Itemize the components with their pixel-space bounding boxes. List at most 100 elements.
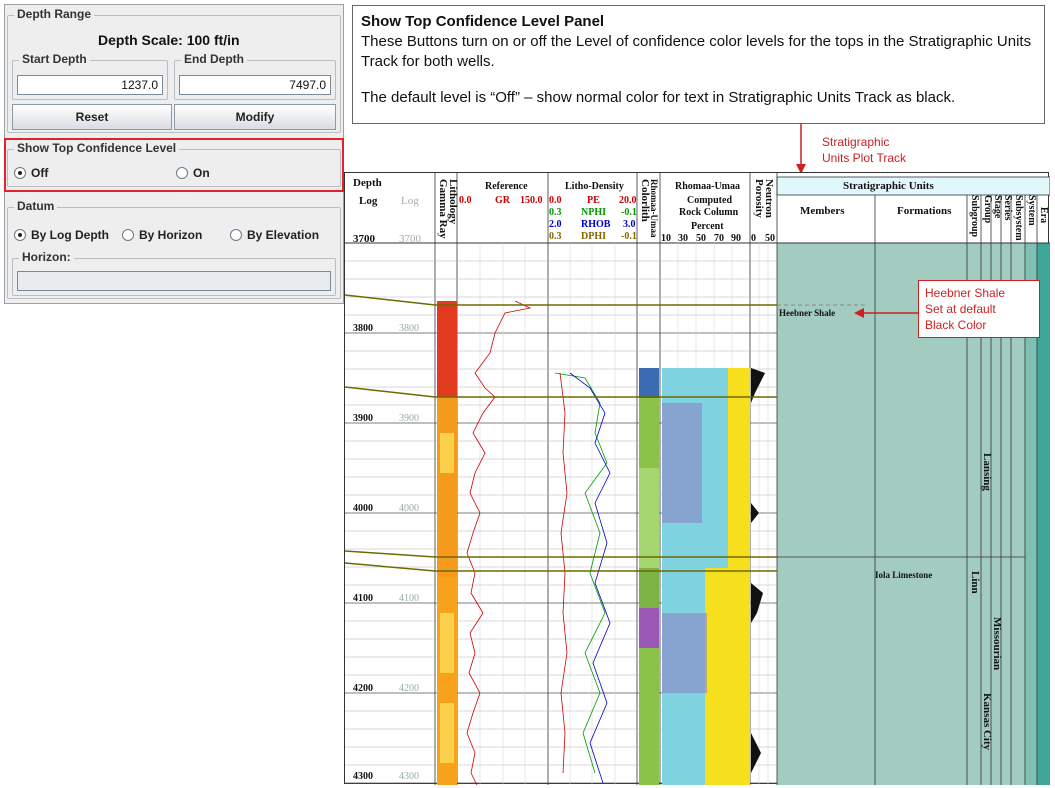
depth-top-2: 3700 xyxy=(399,233,421,245)
callout-line: Set at default xyxy=(925,302,996,316)
kansas-city-label: Kansas City xyxy=(981,693,993,751)
depth-range-group: Depth Range Depth Scale: 100 ft/in Start… xyxy=(7,7,341,133)
callout-line: Stratigraphic xyxy=(822,135,890,149)
depth-header-log2: Log xyxy=(401,195,419,207)
depth-tick: 3900 xyxy=(353,413,373,424)
pct-tick: 70 xyxy=(714,233,724,244)
rhomaa-umaa-vheader: Rhomaa-Umaa xyxy=(649,179,659,238)
note-title: Show Top Confidence Level Panel xyxy=(361,13,605,30)
depth-tick: 4200 xyxy=(353,683,373,694)
depth-top: 3700 xyxy=(353,233,375,245)
confidence-highlight xyxy=(4,138,344,192)
log-plot-graphics xyxy=(345,173,1050,785)
neutron-header: Neutron xyxy=(763,179,775,218)
depth-scale-text: Depth Scale: 100 ft/in xyxy=(98,32,240,48)
depth-tick-2: 4300 xyxy=(399,771,419,782)
curve-name: NPHI xyxy=(581,207,606,218)
depth-tick-2: 3800 xyxy=(399,323,419,334)
depth-tick: 4000 xyxy=(353,503,373,514)
iola-limestone-label: Iola Limestone xyxy=(875,570,933,580)
callout-line: Units Plot Track xyxy=(822,151,907,165)
pct-tick: 90 xyxy=(731,233,741,244)
log-plot: Depth Log Log 3700 3700 Gamma Ray Lithol… xyxy=(344,172,1050,785)
depth-range-title: Depth Range xyxy=(14,7,95,21)
curve-max: -0.1 xyxy=(621,207,637,218)
computed-header: Computed xyxy=(687,195,733,206)
neutron-max: 50 xyxy=(765,233,775,244)
curve-max: -0.1 xyxy=(621,231,637,242)
heebner-shale-label: Heebner Shale xyxy=(779,308,836,318)
gr-min: 0.0 xyxy=(459,195,472,206)
start-depth-label: Start Depth xyxy=(19,52,90,66)
note-line-1: These Buttons turn on or off the Level o… xyxy=(361,33,1032,70)
callout-line: Black Color xyxy=(925,318,987,332)
radio-unselected-icon xyxy=(230,229,242,241)
callout-arrow-icon xyxy=(796,124,806,174)
litho-density-header: Litho-Density xyxy=(565,181,624,192)
pct-tick: 50 xyxy=(696,233,706,244)
series-header: Series xyxy=(1002,195,1013,221)
depth-tick: 4100 xyxy=(353,593,373,604)
datum-horizon-radio[interactable]: By Horizon xyxy=(122,228,202,242)
formations-header: Formations xyxy=(897,205,952,217)
lansing-label: Lansing xyxy=(981,453,993,491)
percent-header: Percent xyxy=(691,221,724,232)
start-depth-input[interactable]: 1237.0 xyxy=(17,75,163,95)
curve-min: 0.3 xyxy=(549,231,562,242)
datum-elevation-radio[interactable]: By Elevation xyxy=(230,228,319,242)
depth-header: Depth xyxy=(353,177,382,189)
linn-label: Linn xyxy=(969,571,981,594)
datum-log-depth-radio[interactable]: By Log Depth xyxy=(14,228,109,242)
rock-column-header: Rock Column xyxy=(679,207,739,218)
radio-selected-icon xyxy=(14,229,26,241)
datum-option-label: By Horizon xyxy=(139,228,203,242)
horizon-input[interactable] xyxy=(17,271,331,291)
heebner-callout: Heebner Shale Set at default Black Color xyxy=(918,280,1040,338)
curve-name: RHOB xyxy=(581,219,611,230)
depth-tick-2: 3900 xyxy=(399,413,419,424)
depth-tick-2: 4100 xyxy=(399,593,419,604)
track-callout: Stratigraphic Units Plot Track xyxy=(822,134,906,166)
radio-unselected-icon xyxy=(122,229,134,241)
end-depth-label: End Depth xyxy=(181,52,247,66)
curve-name: DPHI xyxy=(581,231,606,242)
horizon-group: Horizon: xyxy=(12,250,336,296)
depth-header-log: Log xyxy=(359,195,378,207)
strat-units-header: Stratigraphic Units xyxy=(843,180,934,192)
start-depth-group: Start Depth 1237.0 xyxy=(12,52,168,100)
end-depth-input[interactable]: 7497.0 xyxy=(179,75,331,95)
curve-min: 0.0 xyxy=(549,195,562,206)
pct-tick: 30 xyxy=(678,233,688,244)
datum-title: Datum xyxy=(14,199,58,213)
gr-max: 150.0 xyxy=(520,195,543,206)
rhomaa-umaa-header: Rhomaa-Umaa xyxy=(675,181,740,192)
curve-min: 2.0 xyxy=(549,219,562,230)
depth-tick-2: 4000 xyxy=(399,503,419,514)
subsystem-header: Subsystem xyxy=(1013,195,1024,241)
heebner-arrow-icon xyxy=(854,308,918,318)
depth-tick-2: 4200 xyxy=(399,683,419,694)
depth-tick: 3800 xyxy=(353,323,373,334)
subgroup-header: Subgroup xyxy=(969,195,980,238)
modify-button[interactable]: Modify xyxy=(174,104,336,130)
lithology-header: Lithology xyxy=(447,179,459,225)
curve-min: 0.3 xyxy=(549,207,562,218)
era-header: Era xyxy=(1038,207,1049,224)
members-header: Members xyxy=(800,205,845,217)
datum-option-label: By Elevation xyxy=(247,228,320,242)
reference-header: Reference xyxy=(485,181,528,192)
description-note: Show Top Confidence Level Panel These Bu… xyxy=(352,5,1045,124)
pct-tick: 10 xyxy=(661,233,671,244)
neutron-min: 0 xyxy=(751,233,756,244)
datum-option-label: By Log Depth xyxy=(31,228,109,242)
missourian-label: Missourian xyxy=(991,617,1003,671)
curve-name: PE xyxy=(587,195,600,206)
system-header: System xyxy=(1026,195,1037,226)
curve-max: 20.0 xyxy=(619,195,637,206)
horizon-label: Horizon: xyxy=(19,250,74,264)
gr-label: GR xyxy=(495,195,510,206)
note-line-2: The default level is “Off” – show normal… xyxy=(361,89,956,106)
reset-button[interactable]: Reset xyxy=(12,104,172,130)
depth-tick: 4300 xyxy=(353,771,373,782)
datum-group: Datum By Log Depth By Horizon By Elevati… xyxy=(7,199,341,299)
